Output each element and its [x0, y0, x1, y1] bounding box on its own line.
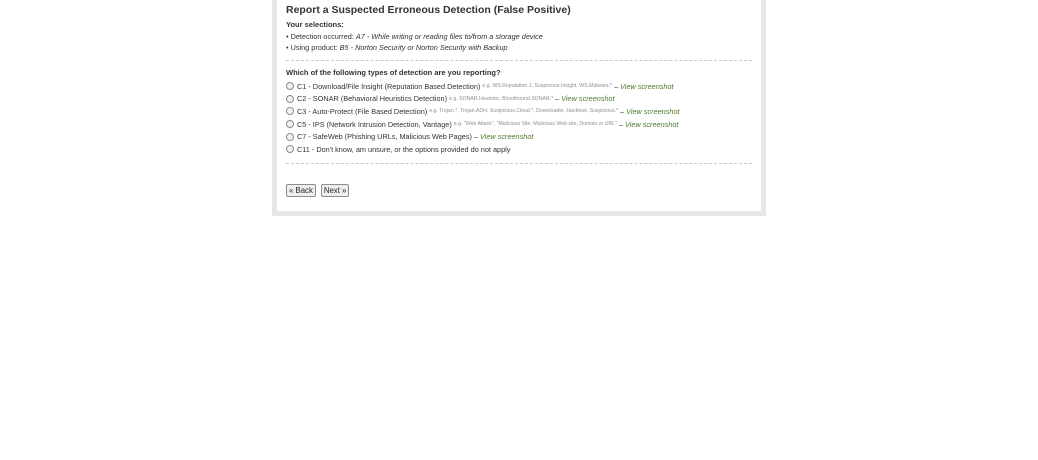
option-label[interactable]: C11 - Don't know, am unsure, or the opti… [297, 145, 510, 154]
view-screenshot-link-c7[interactable]: View screenshot [480, 132, 533, 141]
option-example: e.g. "Web Attack", "Malicious Site: Mali… [453, 121, 617, 128]
selection-value: A7 - While writing or reading files to/f… [355, 32, 543, 41]
view-screenshot-link-c2[interactable]: View screenshot [561, 94, 614, 103]
option-c11: C11 - Don't know, am unsure, or the opti… [286, 143, 752, 156]
option-separator: – [555, 94, 560, 104]
option-c5: C5 - IPS (Network Intrusion Detection, V… [286, 118, 752, 131]
form-content: Report a Suspected Erroneous Detection (… [277, 0, 761, 211]
selection-prefix: • Detection occurred: [286, 32, 356, 41]
option-separator: – [614, 81, 619, 91]
divider [286, 162, 752, 164]
option-label[interactable]: C5 - IPS (Network Intrusion Detection, V… [297, 120, 452, 129]
option-example: e.g. Trojan.*, Trojan.ADH, Suspicious.Cl… [429, 108, 619, 115]
next-button[interactable]: Next » [320, 184, 350, 197]
option-separator: – [473, 132, 478, 142]
selection-value: B5 - Norton Security or Norton Security … [339, 43, 508, 52]
option-example: e.g. SONAR.Heuristic, Bloodhound.SONAR.* [449, 95, 554, 102]
radio-c1[interactable] [286, 82, 294, 91]
page-title: Report a Suspected Erroneous Detection (… [286, 4, 571, 16]
question-heading: Which of the following types of detectio… [286, 68, 501, 77]
option-label[interactable]: C1 - Download/File Insight (Reputation B… [297, 82, 480, 91]
view-screenshot-link-c1[interactable]: View screenshot [620, 82, 673, 91]
radio-c2[interactable] [286, 94, 294, 103]
option-separator: – [620, 106, 625, 116]
option-c3: C3 - Auto-Protect (File Based Detection)… [286, 105, 752, 118]
divider [286, 60, 752, 61]
option-separator: – [618, 119, 624, 129]
view-screenshot-link-c5[interactable]: View screenshot [625, 120, 678, 129]
option-label[interactable]: C2 - SONAR (Behavioral Heuristics Detect… [297, 94, 447, 103]
option-c1: C1 - Download/File Insight (Reputation B… [286, 80, 752, 93]
back-button[interactable]: « Back [286, 184, 316, 197]
option-label[interactable]: C7 - SafeWeb (Phishing URLs, Malicious W… [297, 132, 472, 141]
radio-c3[interactable] [286, 107, 294, 116]
radio-c11[interactable] [286, 145, 294, 154]
selections-label: Your selections: [286, 20, 344, 29]
form-panel: Report a Suspected Erroneous Detection (… [272, 0, 766, 216]
view-screenshot-link-c3[interactable]: View screenshot [626, 107, 679, 116]
option-c7: C7 - SafeWeb (Phishing URLs, Malicious W… [286, 130, 752, 143]
selection-product: • Using product: B5 - Norton Security or… [286, 42, 752, 53]
option-example: e.g. WS.Reputation.1, Suspicious.Insight… [482, 83, 613, 90]
selection-prefix: • Using product: [286, 43, 340, 52]
selection-detection: • Detection occurred: A7 - While writing… [286, 31, 752, 42]
option-c2: C2 - SONAR (Behavioral Heuristics Detect… [286, 93, 752, 106]
radio-c7[interactable] [286, 132, 294, 141]
option-label[interactable]: C3 - Auto-Protect (File Based Detection) [297, 107, 427, 116]
radio-c5[interactable] [286, 120, 294, 129]
navigation-buttons: « Back Next » [286, 184, 350, 197]
